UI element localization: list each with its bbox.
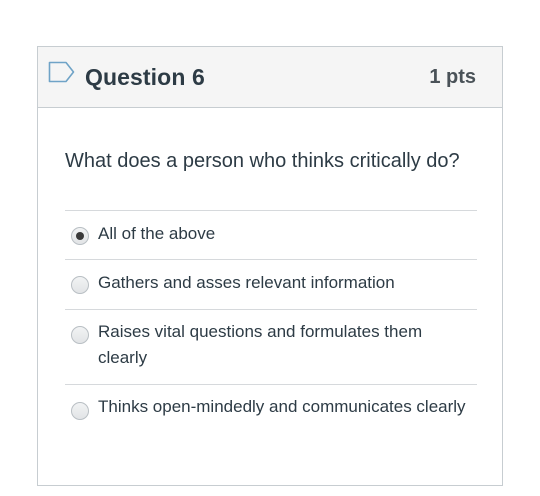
answer-option[interactable]: Gathers and asses relevant information [65, 259, 477, 309]
answer-list: All of the above Gathers and asses relev… [65, 210, 477, 454]
answer-option[interactable]: Raises vital questions and formulates th… [65, 309, 477, 384]
radio-button[interactable] [71, 402, 89, 420]
answer-label: Thinks open-mindedly and communicates cl… [98, 397, 466, 416]
radio-button-selected[interactable] [71, 227, 89, 245]
radio-button[interactable] [71, 276, 89, 294]
question-title: Question 6 [85, 64, 205, 90]
question-header: Question 6 1 pts [38, 47, 502, 108]
answer-label: All of the above [98, 224, 216, 243]
answer-option[interactable]: All of the above [65, 210, 477, 259]
flag-outline-icon[interactable] [48, 61, 76, 83]
question-points: 1 pts [429, 66, 476, 88]
question-card: Question 6 1 pts What does a person who … [37, 46, 503, 486]
answer-label: Raises vital questions and formulates th… [98, 322, 423, 367]
question-text: What does a person who thinks critically… [65, 150, 460, 172]
radio-button[interactable] [71, 326, 89, 344]
answer-option[interactable]: Thinks open-mindedly and communicates cl… [65, 384, 477, 454]
answer-label: Gathers and asses relevant information [98, 273, 395, 292]
